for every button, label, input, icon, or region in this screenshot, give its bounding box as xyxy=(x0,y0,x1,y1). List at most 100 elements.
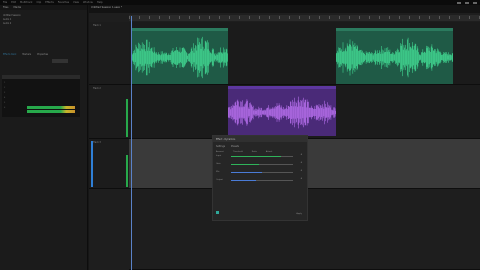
menu-edit[interactable]: Edit xyxy=(11,1,16,4)
ruler-tick xyxy=(379,16,380,19)
menu-clip[interactable]: Clip xyxy=(37,1,42,4)
menu-multitrack[interactable]: Multitrack xyxy=(20,1,32,4)
waveform-path xyxy=(336,37,453,78)
slider-value: 0 xyxy=(300,154,302,156)
slider-label: Input xyxy=(216,155,222,157)
mixer-line: 2 xyxy=(4,87,6,89)
apply-button[interactable]: Apply xyxy=(296,213,302,215)
tab-effects-rack[interactable]: Effects Rack xyxy=(3,53,16,56)
track-header-3[interactable]: Track 3 xyxy=(89,139,129,189)
waveform xyxy=(131,36,228,79)
ruler-tick xyxy=(449,16,450,19)
menu-window[interactable]: Window xyxy=(83,1,93,4)
slider-label: Mix xyxy=(216,171,220,173)
track-lane-2[interactable] xyxy=(129,85,480,139)
menu-effects[interactable]: Effects xyxy=(45,1,54,4)
level-mixer: 1 2 3 4 5 6 xyxy=(2,75,80,117)
ruler-tick xyxy=(239,16,240,19)
slider-input[interactable]: Input 0 xyxy=(213,153,307,161)
ruler-tick xyxy=(259,16,260,19)
mixer-line: 5 xyxy=(4,102,6,104)
slider-fill xyxy=(231,172,262,173)
mixer-line: 3 xyxy=(4,92,6,94)
ruler-tick xyxy=(389,16,390,19)
tab-properties[interactable]: Properties xyxy=(37,53,48,56)
ruler-tick xyxy=(469,16,470,19)
effects-rack: Effects Rack Markers Properties xyxy=(0,52,88,63)
ruler-tick xyxy=(399,16,400,19)
tab-media[interactable]: Media xyxy=(14,6,22,9)
ruler-tick xyxy=(159,16,160,19)
audio-clip[interactable] xyxy=(131,28,228,84)
slider-label: Output xyxy=(216,179,223,181)
track-header-1[interactable]: Track 1 xyxy=(89,22,129,85)
playhead[interactable] xyxy=(131,16,132,270)
maximize-icon[interactable] xyxy=(465,1,469,4)
ruler-tick xyxy=(139,16,140,19)
ruler-tick xyxy=(169,16,170,19)
tab-presets[interactable]: Presets xyxy=(231,145,239,148)
ruler-tick xyxy=(269,16,270,19)
track-meter xyxy=(126,155,128,187)
ruler-tick xyxy=(229,16,230,19)
selection-indicator xyxy=(91,141,93,187)
slider-value: 0 xyxy=(300,170,302,172)
track-name: Track 2 xyxy=(93,87,101,90)
ruler-tick xyxy=(279,16,280,19)
menu-help[interactable]: Help xyxy=(97,1,103,4)
audio-clip[interactable] xyxy=(228,86,336,136)
ruler-tick xyxy=(289,16,290,19)
slider-list: Input 0 Gain 0 Mix 0 Output 0 xyxy=(213,153,307,185)
editor-header: Untitled Session 1.sesx * xyxy=(89,5,480,13)
ruler-tick xyxy=(329,16,330,19)
mixer-title xyxy=(2,75,80,79)
slider-value: 0 xyxy=(300,178,302,180)
power-toggle[interactable] xyxy=(216,211,219,214)
ruler-tick xyxy=(459,16,460,19)
tab-files[interactable]: Files xyxy=(3,6,9,9)
close-icon[interactable] xyxy=(473,1,477,4)
track-name: Track 1 xyxy=(93,24,101,27)
tab-markers[interactable]: Markers xyxy=(22,53,31,56)
mixer-line: 4 xyxy=(4,97,6,99)
track-lane-1[interactable] xyxy=(129,22,480,85)
session-title: Untitled Session 1.sesx * xyxy=(91,6,123,9)
time-ruler[interactable] xyxy=(129,15,480,21)
ruler-tick xyxy=(319,16,320,19)
audio-clip[interactable] xyxy=(336,28,453,84)
track-meter xyxy=(126,99,128,137)
level-meter xyxy=(27,106,75,113)
tab-settings[interactable]: Settings xyxy=(216,145,225,148)
effects-tabs: Effects Rack Markers Properties xyxy=(0,52,88,57)
mixer-line: 1 xyxy=(4,82,6,84)
ruler-tick xyxy=(249,16,250,19)
level-meter-right xyxy=(27,110,75,113)
slider-gain[interactable]: Gain 0 xyxy=(213,161,307,169)
slider-mix[interactable]: Mix 0 xyxy=(213,169,307,177)
left-panel: Files Media Untitled Session Audio 1 Aud… xyxy=(0,5,88,270)
menu-favorites[interactable]: Favorites xyxy=(58,1,69,4)
ruler-tick xyxy=(439,16,440,19)
ruler-tick xyxy=(339,16,340,19)
menu-view[interactable]: View xyxy=(73,1,79,4)
list-item[interactable]: Audio 2 xyxy=(3,21,84,25)
slider-value: 0 xyxy=(300,162,302,164)
minimize-icon[interactable] xyxy=(457,1,461,4)
track-header-2[interactable]: Track 2 xyxy=(89,85,129,139)
preset-dropdown[interactable] xyxy=(52,59,68,63)
slider-fill xyxy=(231,164,259,165)
dialog-tabs: Settings Presets xyxy=(213,142,307,151)
ruler-tick xyxy=(299,16,300,19)
ruler-tick xyxy=(359,16,360,19)
files-list: Untitled Session Audio 1 Audio 2 xyxy=(0,10,87,28)
ruler-tick xyxy=(349,16,350,19)
menu-file[interactable]: File xyxy=(3,1,7,4)
ruler-tick xyxy=(129,16,130,19)
ruler-tick xyxy=(219,16,220,19)
waveform-path xyxy=(228,96,336,129)
ruler-tick xyxy=(179,16,180,19)
effect-dialog: Effect - Dynamics Settings Presets Amoun… xyxy=(212,135,308,221)
slider-output[interactable]: Output 0 xyxy=(213,177,307,185)
slider-fill xyxy=(231,156,281,157)
ruler-tick xyxy=(209,16,210,19)
